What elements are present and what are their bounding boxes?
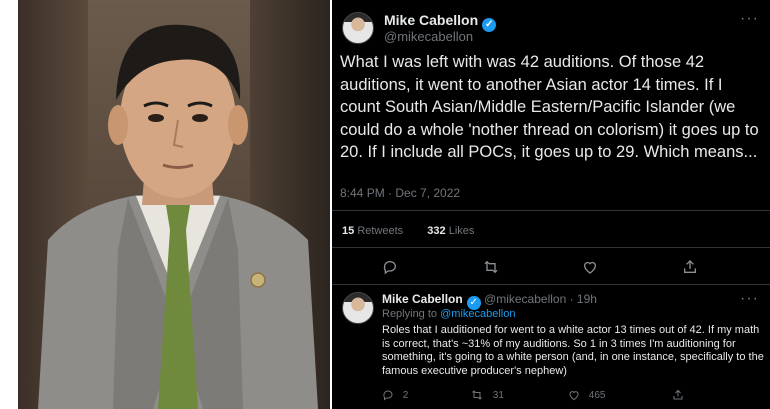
retweet-icon[interactable]: [482, 259, 500, 275]
reply-action[interactable]: 2: [382, 389, 408, 401]
like-count: 465: [588, 389, 606, 401]
retweet-count: 31: [492, 389, 504, 401]
man-figure: [38, 24, 318, 409]
reply-icon[interactable]: [382, 259, 398, 275]
retweet-action[interactable]: 31: [470, 389, 504, 401]
reply-author-name[interactable]: Mike Cabellon: [382, 292, 463, 306]
divider: [332, 247, 770, 248]
tweet-text: What I was left with was 42 auditions. O…: [340, 53, 759, 162]
more-options-icon[interactable]: ···: [740, 290, 759, 308]
reply-icon[interactable]: [382, 390, 394, 401]
share-icon[interactable]: [672, 389, 684, 401]
reply-text: Roles that I auditioned for went to a wh…: [382, 324, 764, 377]
share-icon[interactable]: [682, 259, 698, 275]
divider: [332, 210, 770, 211]
retweets-stat[interactable]: 15 Retweets: [342, 225, 403, 237]
tweet-screenshot: Mike Cabellon ✓ @mikecabellon ··· What I …: [332, 0, 770, 409]
heart-icon[interactable]: [568, 390, 580, 401]
reply-handle-time[interactable]: @mikecabellon · 19h: [484, 292, 597, 306]
more-options-icon[interactable]: ···: [740, 10, 759, 28]
actor-photo: [18, 0, 330, 409]
heart-icon[interactable]: [582, 259, 598, 275]
author-name[interactable]: Mike Cabellon: [384, 12, 478, 28]
author-handle[interactable]: @mikecabellon: [384, 29, 473, 44]
author-avatar[interactable]: [342, 12, 374, 44]
verified-badge-icon: ✓: [482, 18, 497, 32]
retweet-icon[interactable]: [470, 390, 484, 401]
reply-author-avatar[interactable]: [342, 292, 374, 324]
share-action[interactable]: [672, 389, 684, 401]
divider: [332, 284, 770, 285]
replying-to-mention[interactable]: @mikecabellon: [440, 308, 515, 320]
replying-to: Replying to @mikecabellon: [382, 308, 516, 320]
tweet-stats: 15 Retweets 332 Likes: [342, 225, 474, 237]
like-action[interactable]: 465: [568, 389, 605, 401]
reply-count: 2: [402, 389, 409, 401]
likes-stat[interactable]: 332 Likes: [427, 225, 474, 237]
tweet-timestamp[interactable]: 8:44 PM · Dec 7, 2022: [340, 186, 460, 200]
